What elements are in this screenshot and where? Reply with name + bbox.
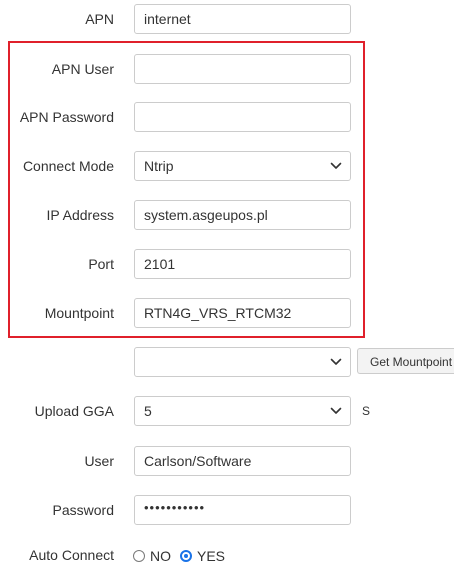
ip-address-row: IP Address system.asgeupos.pl — [0, 200, 454, 230]
connect-mode-select[interactable]: Ntrip — [134, 151, 351, 181]
apn-password-label: APN Password — [19, 109, 114, 125]
password-value: ••••••••••• — [144, 500, 206, 515]
connect-mode-label: Connect Mode — [22, 158, 114, 174]
auto-connect-radio-group: NO YES — [133, 540, 234, 570]
get-mountpoint-button[interactable]: Get Mountpoint — [357, 348, 454, 374]
password-input[interactable]: ••••••••••• — [134, 495, 351, 525]
mountpoint-value: RTN4G_VRS_RTCM32 — [144, 305, 292, 321]
highlight-box — [8, 41, 365, 338]
auto-connect-no-label[interactable]: NO — [150, 541, 171, 571]
port-value: 2101 — [144, 256, 176, 272]
user-label: User — [84, 453, 114, 469]
user-input[interactable]: Carlson/Software — [134, 446, 351, 476]
apn-password-row: APN Password — [0, 102, 454, 132]
password-label: Password — [52, 502, 114, 518]
mountpoint-row: Mountpoint RTN4G_VRS_RTCM32 — [0, 298, 454, 328]
ip-address-input[interactable]: system.asgeupos.pl — [134, 200, 351, 230]
chevron-down-icon — [330, 358, 342, 365]
upload-gga-label: Upload GGA — [34, 403, 114, 419]
ip-address-value: system.asgeupos.pl — [144, 207, 268, 223]
chevron-down-icon — [330, 407, 342, 414]
ip-address-label: IP Address — [46, 207, 114, 223]
upload-gga-row: Upload GGA 5 S — [0, 396, 454, 426]
apn-user-label: APN User — [51, 61, 114, 77]
mountpoint-select-row: Get Mountpoint — [0, 347, 454, 377]
auto-connect-yes-label[interactable]: YES — [197, 541, 225, 571]
auto-connect-no-radio[interactable] — [133, 550, 145, 563]
port-input[interactable]: 2101 — [134, 249, 351, 279]
apn-label: APN — [85, 11, 114, 27]
port-label: Port — [88, 256, 114, 272]
mountpoint-input[interactable]: RTN4G_VRS_RTCM32 — [134, 298, 351, 328]
apn-input[interactable]: internet — [134, 4, 351, 34]
mountpoint-label: Mountpoint — [44, 305, 114, 321]
port-row: Port 2101 — [0, 249, 454, 279]
mountpoint-select[interactable] — [134, 347, 351, 377]
connect-mode-row: Connect Mode Ntrip — [0, 151, 454, 181]
auto-connect-label: Auto Connect — [29, 547, 114, 563]
chevron-down-icon — [330, 162, 342, 169]
user-row: User Carlson/Software — [0, 446, 454, 476]
auto-connect-row: Auto Connect NO YES — [0, 540, 454, 570]
upload-gga-select[interactable]: 5 — [134, 396, 351, 426]
apn-row: APN internet — [0, 4, 454, 34]
apn-value: internet — [144, 11, 191, 27]
upload-gga-unit: S — [362, 404, 371, 418]
apn-user-row: APN User — [0, 54, 454, 84]
apn-password-input[interactable] — [134, 102, 351, 132]
auto-connect-yes-radio[interactable] — [180, 550, 192, 563]
upload-gga-value: 5 — [144, 403, 152, 419]
apn-user-input[interactable] — [134, 54, 351, 84]
connect-mode-value: Ntrip — [144, 158, 174, 174]
user-value: Carlson/Software — [144, 453, 252, 469]
password-row: Password ••••••••••• — [0, 495, 454, 525]
